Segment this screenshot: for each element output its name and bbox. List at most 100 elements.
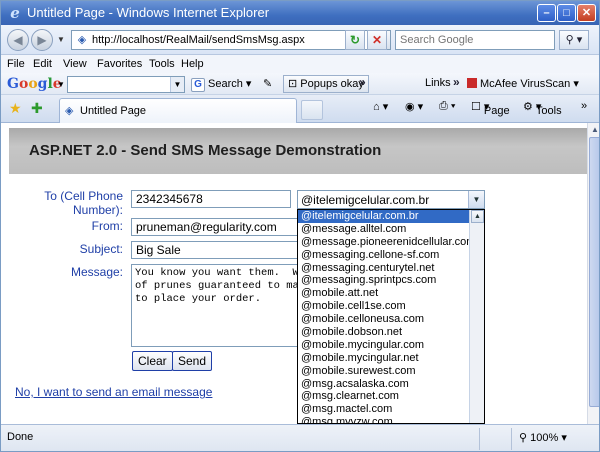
page-scrollbar[interactable]: ▲ <box>587 123 599 424</box>
menu-favorites[interactable]: Favorites <box>97 58 142 70</box>
carrier-option[interactable]: @msg.acsalaska.com <box>298 378 469 391</box>
page-scroll-up-icon[interactable]: ▲ <box>589 124 599 136</box>
links-label[interactable]: Links <box>425 77 451 89</box>
carrier-select[interactable]: @itelemigcelular.com.br ▼ <box>297 190 485 209</box>
title-bar: e Untitled Page - Windows Internet Explo… <box>1 1 599 25</box>
carrier-option[interactable]: @messaging.centurytel.net <box>298 262 469 275</box>
google-search-input[interactable]: ▼ <box>67 76 185 93</box>
google-toolbar: Google ▼ ▼ G Search ▾ ✎ ⊡ Popups okay » L… <box>1 73 599 95</box>
tools-menu-button[interactable]: ⚙ Tools ▾ <box>523 100 562 117</box>
address-url: http://localhost/RealMail/sendSmsMsg.asp… <box>92 34 305 46</box>
page-icon: ◈ <box>77 34 87 46</box>
send-button[interactable]: Send <box>172 351 213 371</box>
zoom-control[interactable]: ⚲ 100% ▾ <box>519 431 567 444</box>
back-button[interactable]: ◀ <box>7 29 29 51</box>
carrier-list-scrollbar[interactable]: ▲ <box>469 210 484 423</box>
email-message-link[interactable]: No, I want to send an email message <box>15 385 212 399</box>
command-bar-chevron-icon[interactable]: » <box>581 100 587 112</box>
status-divider <box>479 428 480 450</box>
popups-okay-button[interactable]: ⊡ Popups okay <box>283 75 369 93</box>
home-icon[interactable]: ⌂ ▾ <box>373 100 388 113</box>
popups-label: Popups okay <box>300 78 364 90</box>
maximize-button[interactable]: □ <box>557 4 576 22</box>
search-icon[interactable]: ⚲ ▾ <box>559 30 589 50</box>
search-input[interactable] <box>400 32 550 48</box>
address-field[interactable]: ◈ http://localhost/RealMail/sendSmsMsg.a… <box>71 30 391 50</box>
carrier-option[interactable]: @message.pioneerenidcellular.com <box>298 236 475 249</box>
print-icon[interactable]: ⎙ ▾ <box>439 100 455 113</box>
close-button[interactable]: ✕ <box>577 4 596 22</box>
list-scroll-up-icon[interactable]: ▲ <box>471 210 484 223</box>
message-label: Message: <box>70 265 123 279</box>
browser-window: e Untitled Page - Windows Internet Explo… <box>0 0 600 452</box>
history-dropdown-icon[interactable]: ▼ <box>57 35 65 44</box>
page-scroll-thumb[interactable] <box>589 137 599 407</box>
mcafee-icon <box>467 78 477 88</box>
refresh-icon[interactable]: ↻ <box>345 30 365 50</box>
carrier-option[interactable]: @message.alltel.com <box>298 223 469 236</box>
carrier-option[interactable]: @messaging.sprintpcs.com <box>298 274 469 287</box>
menu-file[interactable]: File <box>7 58 25 70</box>
carrier-option[interactable]: @mobile.mycingular.net <box>298 352 469 365</box>
page-header-band: ASP.NET 2.0 - Send SMS Message Demonstra… <box>9 128 587 174</box>
zoom-level: 100% <box>530 432 559 444</box>
google-menu-dropdown-icon[interactable]: ▼ <box>57 80 65 89</box>
status-bar: Done ⚲ 100% ▾ <box>1 424 599 451</box>
clear-button[interactable]: Clear <box>132 351 173 371</box>
page-content: ASP.NET 2.0 - Send SMS Message Demonstra… <box>1 123 587 424</box>
page-menu-button[interactable]: ☐ Page ▾ <box>471 100 510 117</box>
carrier-option[interactable]: @itelemigcelular.com.br <box>298 210 469 223</box>
to-label: To (Cell Phone Number): <box>31 189 123 217</box>
tab-bar: ★ ✚ ◈ Untitled Page ⌂ ▾ ◉ ▾ ⎙ ▾ ☐ Page ▾… <box>1 95 599 123</box>
google-search-label: Search <box>208 78 243 90</box>
mcafee-label: McAfee VirusScan <box>480 78 571 90</box>
to-label-line2: Number): <box>72 203 123 217</box>
menu-edit[interactable]: Edit <box>33 58 52 70</box>
tab-page-icon: ◈ <box>65 105 74 117</box>
google-search-button[interactable]: G Search ▾ <box>191 77 251 92</box>
to-phone-input[interactable]: 2342345678 <box>131 190 291 208</box>
from-label: From: <box>91 219 123 233</box>
carrier-option[interactable]: @msg.myvzw.com <box>298 416 469 423</box>
subject-label: Subject: <box>79 242 123 256</box>
carrier-option[interactable]: @mobile.cell1se.com <box>298 300 469 313</box>
carrier-option[interactable]: @mobile.celloneusa.com <box>298 313 469 326</box>
status-text: Done <box>7 431 34 443</box>
carrier-dropdown-icon[interactable]: ▼ <box>468 191 484 208</box>
window-title: Untitled Page - Windows Internet Explore… <box>27 5 270 20</box>
carrier-option[interactable]: @mobile.mycingular.com <box>298 339 469 352</box>
add-favorite-icon[interactable]: ✚ <box>31 100 43 117</box>
from-input[interactable]: pruneman@regularity.com <box>131 218 306 236</box>
carrier-option[interactable]: @mobile.surewest.com <box>298 365 469 378</box>
menu-view[interactable]: View <box>63 58 87 70</box>
page-menu-label: Page <box>483 105 510 117</box>
stop-icon[interactable]: ✕ <box>367 30 387 50</box>
carrier-option[interactable]: @messaging.cellone-sf.com <box>298 249 469 262</box>
tools-menu-label: Tools <box>535 105 562 117</box>
toolbar-option-icon[interactable]: ✎ <box>263 77 272 90</box>
minimize-button[interactable]: – <box>537 4 556 22</box>
carrier-selected-value: @itelemigcelular.com.br <box>301 193 430 207</box>
new-tab-button[interactable] <box>301 100 323 120</box>
google-search-dropdown-icon[interactable]: ▼ <box>170 77 184 92</box>
status-divider <box>511 428 512 450</box>
forward-button[interactable]: ▶ <box>31 29 53 51</box>
toolbar-chevron-icon[interactable]: » <box>359 75 366 89</box>
favorites-star-icon[interactable]: ★ <box>9 100 22 117</box>
carrier-option[interactable]: @mobile.dobson.net <box>298 326 469 339</box>
message-textarea[interactable]: You know you want them. W of prunes guar… <box>131 264 306 347</box>
menu-tools[interactable]: Tools <box>149 58 175 70</box>
feeds-icon[interactable]: ◉ ▾ <box>405 100 423 113</box>
links-chevron-icon[interactable]: » <box>453 75 460 89</box>
carrier-option[interactable]: @mobile.att.net <box>298 287 469 300</box>
mcafee-button[interactable]: McAfee VirusScan ▾ <box>467 77 579 90</box>
menu-help[interactable]: Help <box>181 58 204 70</box>
zoom-icon: ⚲ <box>519 432 531 444</box>
to-label-line1: To (Cell Phone <box>44 189 123 203</box>
tab-untitled-page[interactable]: ◈ Untitled Page <box>59 98 297 123</box>
carrier-option[interactable]: @msg.mactel.com <box>298 403 469 416</box>
search-field[interactable] <box>395 30 555 50</box>
carrier-option[interactable]: @msg.clearnet.com <box>298 390 469 403</box>
google-logo-icon[interactable]: Google <box>7 76 62 92</box>
subject-input[interactable]: Big Sale <box>131 241 306 259</box>
